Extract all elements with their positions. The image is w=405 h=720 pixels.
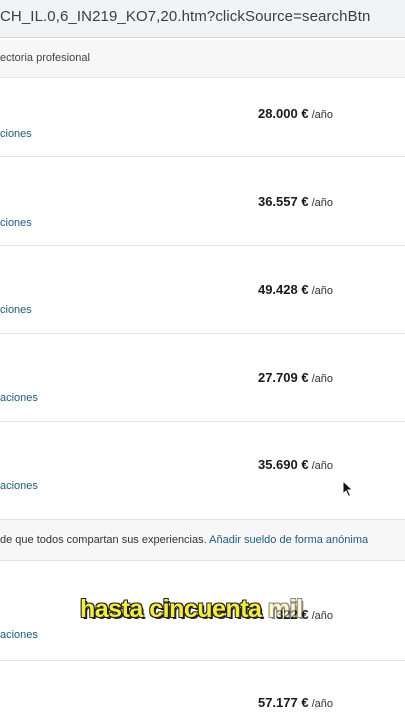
salary-value: 27.709 €/año — [258, 370, 333, 385]
salary-unit: /año — [311, 373, 333, 385]
divider — [0, 660, 405, 661]
salary-value: 36.557 €/año — [258, 194, 333, 209]
job-link[interactable]: ciones — [0, 217, 32, 229]
notice-message: de que todos compartan sus experiencias. — [0, 534, 210, 546]
filter-row: ectoria profesional — [0, 40, 405, 78]
salary-unit: /año — [311, 109, 333, 121]
salary-amount: 36.557 € — [257, 194, 309, 209]
filter-label[interactable]: ectoria profesional — [0, 52, 90, 64]
salary-amount: 28.000 € — [257, 106, 309, 121]
url-text[interactable]: CH_IL.0,6_IN219_KO7,20.htm?clickSource=s… — [0, 8, 370, 25]
job-link[interactable]: ciones — [0, 128, 32, 140]
mouse-cursor-icon — [342, 480, 354, 498]
address-bar[interactable]: CH_IL.0,6_IN219_KO7,20.htm?clickSource=s… — [0, 0, 405, 38]
salary-unit: /año — [311, 285, 333, 297]
video-caption: hasta cincuenta mil — [80, 595, 303, 624]
caption-faded: mil — [261, 595, 303, 623]
notice-banner: de que todos compartan sus experiencias.… — [0, 519, 405, 561]
divider — [0, 156, 405, 157]
divider — [0, 333, 405, 334]
divider — [0, 421, 405, 422]
salary-value: 35.690 €/año — [258, 457, 333, 472]
job-link[interactable]: aciones — [0, 392, 38, 404]
job-link[interactable]: aciones — [0, 629, 38, 641]
salary-unit: /año — [311, 197, 333, 209]
notice-text: de que todos compartan sus experiencias.… — [0, 534, 368, 546]
salary-amount: 35.690 € — [257, 457, 309, 472]
divider — [0, 245, 405, 246]
add-salary-link[interactable]: Añadir sueldo de forma anónima — [209, 534, 368, 546]
job-link[interactable]: aciones — [0, 480, 38, 492]
salary-unit: /año — [311, 610, 333, 622]
salary-value: 28.000 €/año — [258, 106, 333, 121]
salary-value: 57.177 €/año — [258, 695, 333, 710]
salary-amount: 57.177 € — [257, 695, 309, 710]
salary-unit: /año — [311, 460, 333, 472]
job-link[interactable]: ciones — [0, 304, 32, 316]
salary-unit: /año — [311, 698, 333, 710]
salary-amount: 27.709 € — [257, 370, 309, 385]
salary-amount: 49.428 € — [257, 282, 309, 297]
caption-main: hasta cincuenta — [80, 595, 262, 623]
salary-value: 49.428 €/año — [258, 282, 333, 297]
